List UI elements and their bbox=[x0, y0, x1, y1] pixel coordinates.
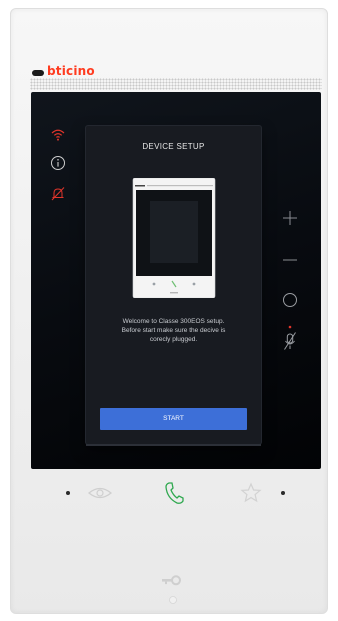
phone-icon[interactable] bbox=[161, 479, 187, 507]
info-icon[interactable] bbox=[49, 154, 67, 172]
minus-icon[interactable] bbox=[280, 250, 300, 270]
star-icon[interactable] bbox=[239, 481, 263, 505]
welcome-line: Welcome to Classe 300EOS setup. bbox=[122, 318, 225, 325]
bell-off-icon[interactable] bbox=[49, 185, 67, 203]
brand-logo-bar bbox=[32, 70, 44, 76]
start-button[interactable]: START bbox=[100, 408, 247, 430]
indicator-dot bbox=[281, 491, 285, 495]
wifi-icon bbox=[49, 126, 67, 144]
welcome-message: Welcome to Classe 300EOS setup. Before s… bbox=[100, 317, 247, 344]
welcome-line: corecly plugged. bbox=[149, 336, 198, 343]
mic-off-icon[interactable] bbox=[280, 324, 300, 354]
indicator-dot bbox=[66, 491, 70, 495]
dialog-title: DEVICE SETUP bbox=[142, 142, 205, 151]
plus-icon[interactable] bbox=[280, 208, 300, 228]
device-setup-dialog: DEVICE SETUP Welcome to Classe 300EOS se bbox=[86, 126, 261, 446]
speaker-grille bbox=[30, 78, 322, 90]
eye-icon[interactable] bbox=[86, 484, 114, 502]
device-illustration bbox=[120, 177, 228, 299]
key-icon[interactable] bbox=[158, 569, 188, 605]
brand-name: bticino bbox=[47, 64, 95, 78]
dialog-divider bbox=[86, 444, 261, 446]
welcome-line: Before start make sure the decive is bbox=[121, 327, 226, 334]
circle-icon[interactable] bbox=[280, 290, 300, 310]
